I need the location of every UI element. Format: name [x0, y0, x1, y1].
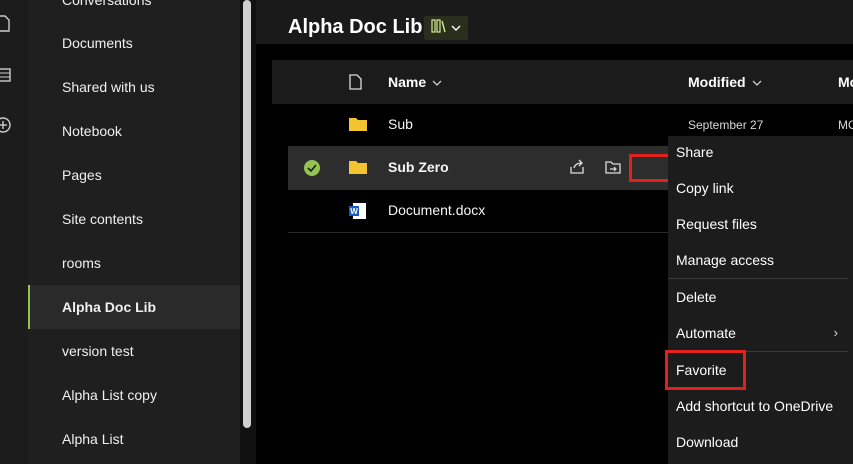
highlight-box: [665, 350, 746, 390]
menu-item-label: Add shortcut to OneDrive: [676, 398, 834, 414]
menu-item-label: Manage access: [676, 252, 775, 268]
app-rail: [0, 0, 28, 464]
nav-item-alpha-list[interactable]: Alpha List: [28, 417, 240, 461]
nav-item-label: Alpha List copy: [62, 387, 157, 403]
nav-item-shared-with-us[interactable]: Shared with us: [28, 65, 240, 109]
column-header-modified[interactable]: Modified: [688, 74, 762, 90]
menu-item-label: Automate: [676, 325, 736, 341]
list-icon[interactable]: [0, 66, 12, 84]
column-header-label: Name: [388, 74, 427, 90]
file-icon[interactable]: [0, 14, 12, 32]
menu-item-copy-link[interactable]: Copy link: [668, 170, 848, 206]
folder-icon: [348, 116, 368, 134]
nav-item-alpha-doc-lib[interactable]: Alpha Doc Lib: [28, 285, 240, 329]
menu-item-manage-access[interactable]: Manage access: [668, 242, 848, 278]
menu-item-label: Share: [676, 144, 714, 160]
view-switcher-button[interactable]: [424, 16, 468, 40]
share-icon[interactable]: [568, 158, 588, 178]
chevron-down-icon: [752, 74, 762, 90]
move-icon[interactable]: [604, 158, 624, 178]
menu-item-label: Download: [676, 434, 739, 450]
row-name[interactable]: Sub: [388, 116, 413, 132]
nav-item-documents[interactable]: Documents: [28, 21, 240, 65]
menu-item-label: Request files: [676, 216, 757, 232]
chevron-right-icon: ›: [833, 325, 838, 340]
column-header-label: Modified: [688, 74, 746, 90]
nav-item-label: Pages: [62, 167, 102, 183]
menu-item-share[interactable]: Share: [668, 134, 848, 170]
nav-item-version-test[interactable]: version test: [28, 329, 240, 373]
add-icon[interactable]: [0, 116, 12, 134]
nav-item-pages[interactable]: Pages: [28, 153, 240, 197]
row-modified-by: MO: [838, 118, 853, 132]
highlight-box: [629, 154, 671, 182]
library-title: Alpha Doc Lib: [288, 16, 423, 38]
column-header-name[interactable]: Name: [388, 74, 442, 90]
nav-item-label: Notebook: [62, 123, 122, 139]
column-header-modified-by[interactable]: Mo: [838, 74, 853, 90]
nav-item-label: Site contents: [62, 211, 143, 227]
document-icon[interactable]: [348, 74, 362, 90]
nav-item-label: Alpha List: [62, 431, 124, 447]
row-modified: September 27: [688, 118, 764, 132]
nav-item-notebook[interactable]: Notebook: [28, 109, 240, 153]
site-navigation: Conversations Documents Shared with us N…: [28, 0, 240, 464]
word-file-icon: W: [348, 202, 368, 220]
nav-item-site-contents[interactable]: Site contents: [28, 197, 240, 241]
nav-item-alpha-list-copy[interactable]: Alpha List copy: [28, 373, 240, 417]
row-name[interactable]: Sub Zero: [388, 159, 449, 175]
checkmark-icon[interactable]: [304, 160, 320, 176]
sidebar-scrollbar-thumb[interactable]: [243, 0, 251, 428]
nav-item-label: Documents: [62, 35, 133, 51]
menu-item-download[interactable]: Download: [668, 424, 848, 460]
library-icon: [431, 18, 447, 38]
nav-item-label: Alpha Doc Lib: [62, 299, 157, 315]
menu-item-label: Copy link: [676, 180, 734, 196]
menu-item-label: Delete: [676, 289, 717, 305]
chevron-down-icon: [432, 74, 442, 90]
row-name[interactable]: Document.docx: [388, 202, 485, 218]
svg-text:W: W: [350, 207, 358, 216]
panel-edge: [848, 136, 853, 464]
chevron-down-icon: [451, 19, 461, 37]
menu-item-automate[interactable]: Automate ›: [668, 315, 848, 351]
nav-item-label: rooms: [62, 255, 101, 271]
context-menu: Share Copy link Request files Manage acc…: [668, 136, 848, 464]
menu-item-add-shortcut[interactable]: Add shortcut to OneDrive: [668, 388, 848, 424]
nav-item-rooms[interactable]: rooms: [28, 241, 240, 285]
nav-item-label: Conversations: [62, 0, 152, 8]
menu-item-delete[interactable]: Delete: [668, 279, 848, 315]
nav-item-label: Shared with us: [62, 79, 155, 95]
nav-item-conversations[interactable]: Conversations: [28, 0, 240, 22]
nav-item-label: version test: [62, 343, 134, 359]
menu-item-request-files[interactable]: Request files: [668, 206, 848, 242]
folder-icon: [348, 159, 368, 177]
